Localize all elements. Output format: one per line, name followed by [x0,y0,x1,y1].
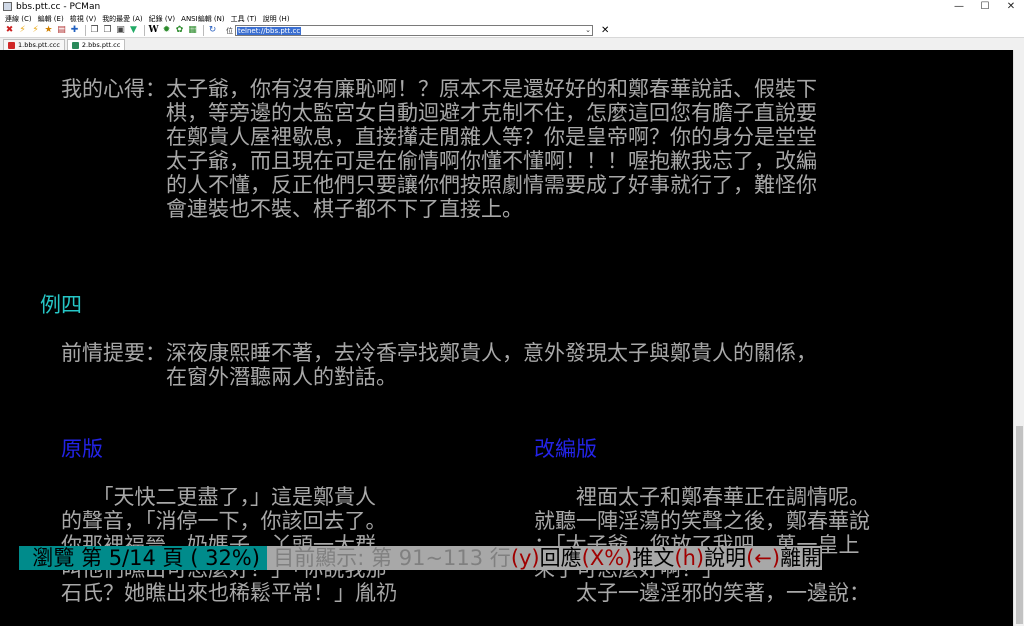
terminal-line: 原版 [19,437,103,461]
terminal-line: 棋，等旁邊的太監宮女自動迴避才克制不住，怎麼這回您有膽子直說要 [19,101,817,125]
menu-ansi-edit[interactable]: ANSI編輯 (N) [181,14,224,24]
terminal-line-right-column: 太子一邊淫邪的笑著，一邊說： [534,581,870,605]
tab-label: 2.bbs.ptt.cc [81,41,121,49]
tab-session-1[interactable]: 1.bbs.ptt.ccc [3,39,65,50]
download-icon[interactable]: ▼ [128,25,139,36]
push-action[interactable]: 推文 [632,546,675,570]
terminal-line: 的人不懂，反正他們只要讓你們按照劇情需要成了好事就行了，難怪你 [19,173,817,197]
menu-view[interactable]: 檢視 (V) [70,14,96,24]
menu-tools[interactable]: 工具 (T) [231,14,257,24]
menu-log[interactable]: 紀錄 (V) [149,14,175,24]
paste-icon[interactable]: ▣ [115,25,126,36]
terminal-line: 的聲音，「消停一下，你該回去了。 [19,509,387,533]
terminal-line: 石氏？她瞧出來也稀鬆平常！」胤礽 [19,581,397,605]
terminal-screen[interactable]: 我的心得：太子爺，你有沒有廉恥啊！？原本不是還好好的和鄭春華說話、假裝下 棋，等… [0,50,1013,626]
address-value[interactable]: telnet://bbs.ptt.cc [237,26,302,35]
menu-edit[interactable]: 編輯 (E) [38,14,64,24]
reply-key: (y) [510,546,540,570]
status-bar: 瀏覽 第 5/14 頁 ( 32%) 目前顯示: 第 91~113 行 (y) … [19,546,823,570]
scrollbar-thumb[interactable] [1016,426,1023,624]
vertical-scrollbar[interactable] [1013,50,1024,626]
toolbar-separator [85,25,86,36]
tab-session-2[interactable]: 2.bbs.ptt.cc [66,39,126,50]
reconnect-icon[interactable]: ⚡ [17,25,28,36]
close-window-button[interactable]: ✕ [998,0,1024,13]
minimize-button[interactable]: — [946,0,972,13]
close-tab-button[interactable]: ✕ [601,25,609,36]
terminal-line: 會連裝也不裝、棋子都不下了直接上。 [19,197,523,221]
line-indicator: 目前顯示: 第 91~113 行 [266,546,511,570]
add-favorite-icon[interactable]: ✚ [69,25,80,36]
menu-connect[interactable]: 連線 (C) [5,14,32,24]
menu-bar: 連線 (C) 編輯 (E) 檢視 (V) 我的最愛 (A) 紀錄 (V) ANS… [0,13,1024,24]
menu-help[interactable]: 說明 (H) [263,14,290,24]
disconnected-icon [8,41,15,49]
maximize-button[interactable]: ☐ [972,0,998,13]
push-key: (X%) [581,546,633,570]
disconnect-icon[interactable]: ✖ [4,25,15,36]
tools-icon[interactable]: ✿ [174,25,185,36]
window-controls: — ☐ ✕ [946,0,1024,13]
title-bar: bbs.ptt.cc - PCMan — ☐ ✕ [0,0,1024,13]
terminal-line: 例四 [19,293,82,317]
wiki-icon[interactable]: W [148,25,159,36]
terminal-line-right-column: 改編版 [534,437,597,461]
copy-icon[interactable]: ❐ [89,25,100,36]
favorites-icon[interactable]: ▤ [56,25,67,36]
page-indicator: 瀏覽 第 5/14 頁 ( 32%) [19,546,267,570]
toolbar: ✖ ⚡ ⚡ ★ ▤ ✚ ❐ ❐ ▣ ▼ W ✹ ✿ ▦ ↻ 位 telnet:/… [0,24,1024,38]
terminal-line: 在鄭貴人屋裡歇息，直接攆走閒雜人等？你是皇帝啊？你的身分是堂堂 [19,125,817,149]
window-title: bbs.ptt.cc - PCMan [16,1,101,12]
terminal-line: 「天快二更盡了，」這是鄭貴人 [19,485,376,509]
app-icon [3,2,12,11]
copy-ansi-icon[interactable]: ❐ [102,25,113,36]
site-list-icon[interactable]: ★ [43,25,54,36]
chevron-down-icon[interactable]: ⌄ [585,26,591,34]
connected-icon [71,41,79,49]
reply-action[interactable]: 回應 [539,546,582,570]
toolbar-separator [144,25,145,36]
help-key: (h) [674,546,705,570]
terminal-line-right-column: 裡面太子和鄭春華正在調情呢。 [534,485,870,509]
menu-favorites[interactable]: 我的最愛 (A) [102,14,142,24]
settings-icon[interactable]: ✹ [161,25,172,36]
terminal-line: 太子爺，而且現在可是在偷情啊你懂不懂啊！！！喔抱歉我忘了，改編 [19,149,817,173]
help-action[interactable]: 說明 [704,546,747,570]
terminal-line-right-column: 就聽一陣淫蕩的笑聲之後，鄭春華說 [534,509,870,533]
leave-key: (←) [746,546,781,570]
quick-connect-icon[interactable]: ⚡ [30,25,41,36]
tab-bar: 1.bbs.ptt.ccc 2.bbs.ptt.cc [0,38,1024,50]
address-label: 位 [226,26,233,35]
terminal-line: 前情提要：深夜康熙睡不著，去冷香亭找鄭貴人，意外發現太子與鄭貴人的關係， [19,341,817,365]
leave-action[interactable]: 離開 [780,546,823,570]
refresh-icon[interactable]: ↻ [207,25,218,36]
tab-label: 1.bbs.ptt.ccc [18,41,60,49]
address-input[interactable]: telnet://bbs.ptt.cc ⌄ [235,25,593,36]
toolbar-separator [203,25,204,36]
terminal-line: 在窗外潛聽兩人的對話。 [19,365,397,389]
options-icon[interactable]: ▦ [187,25,198,36]
terminal-line: 我的心得：太子爺，你有沒有廉恥啊！？原本不是還好好的和鄭春華說話、假裝下 [19,77,817,101]
